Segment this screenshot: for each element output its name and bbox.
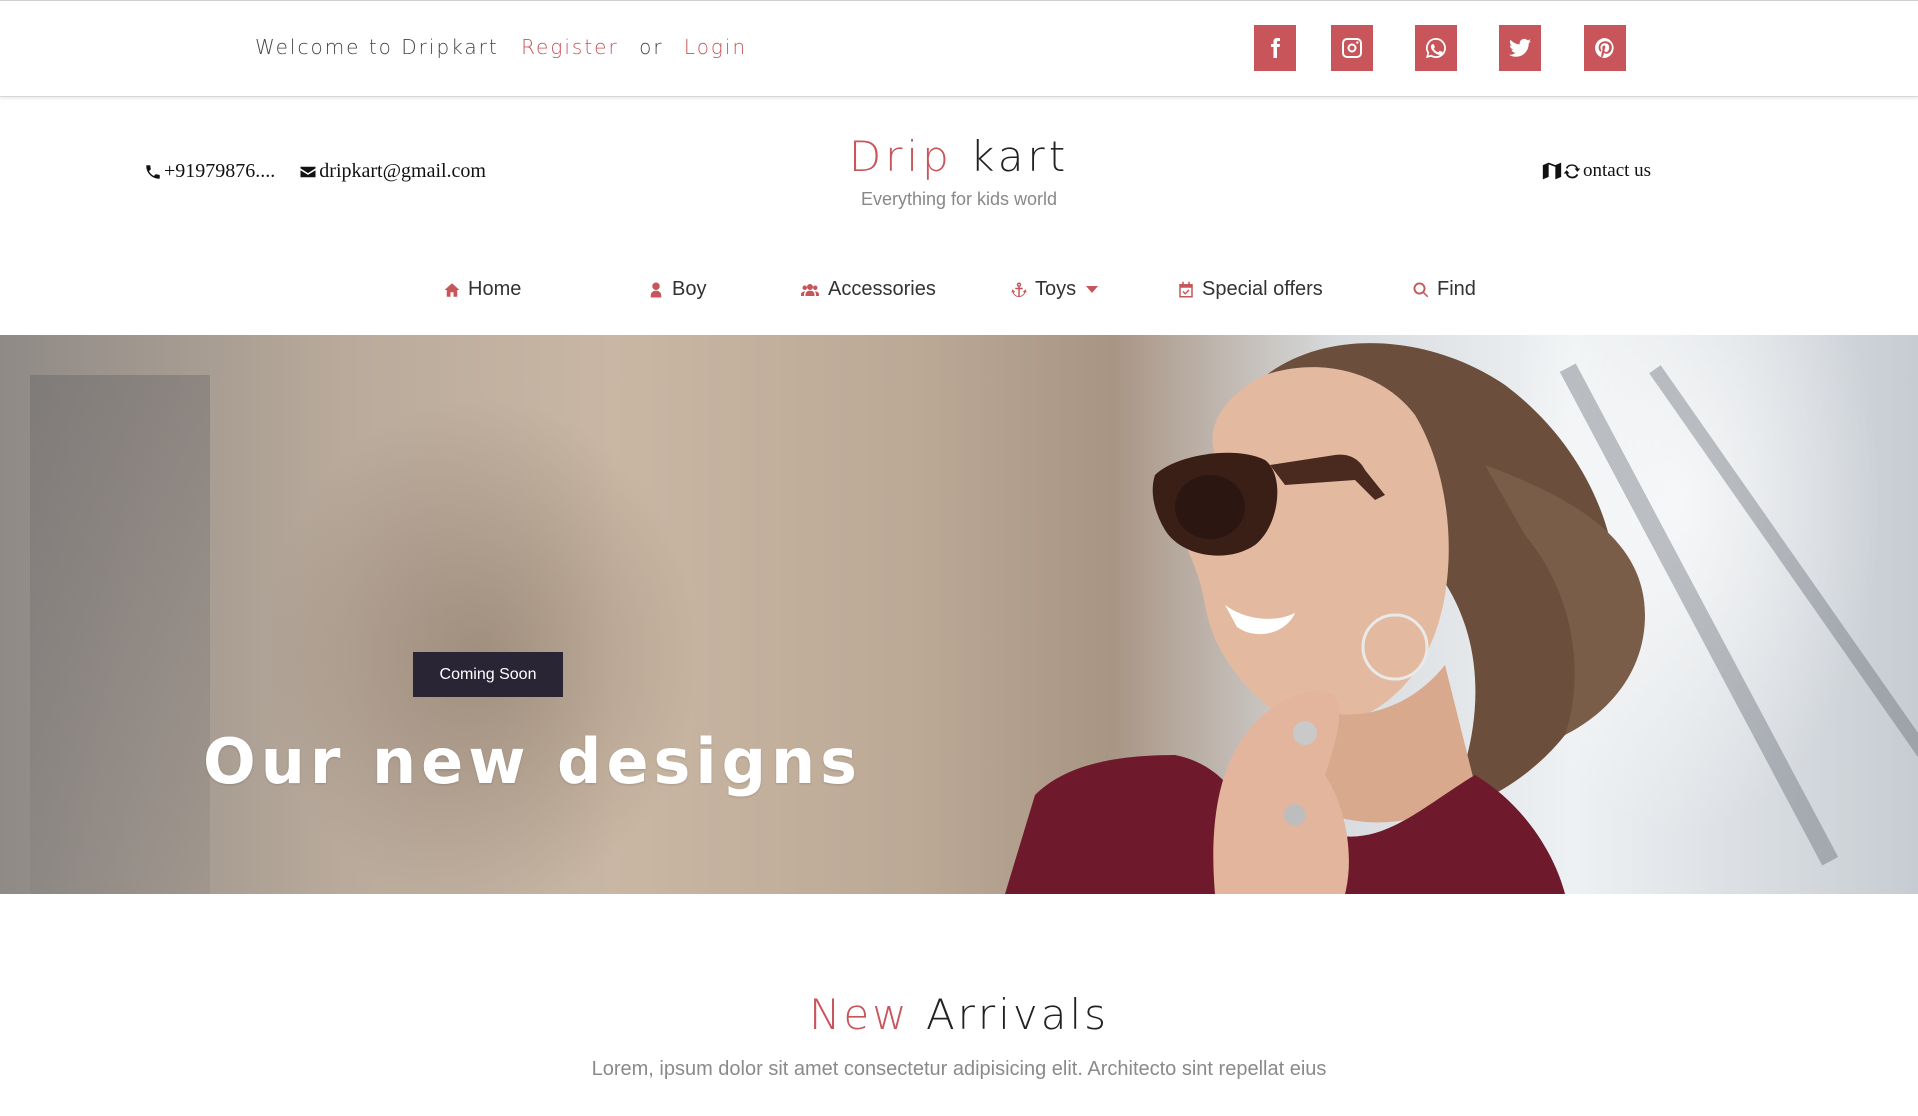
welcome-text: Welcome to Dripkart [255, 35, 499, 59]
anchor-icon [1011, 282, 1027, 297]
whatsapp-button[interactable] [1415, 25, 1457, 71]
contact-us-label: ontact us [1583, 160, 1652, 181]
login-link[interactable]: Login [684, 35, 747, 59]
instagram-button[interactable] [1331, 25, 1373, 71]
hero-banner [0, 335, 1918, 894]
map-icon [1542, 162, 1562, 180]
hero-title: Our new designs [203, 725, 863, 798]
pinterest-button[interactable] [1584, 25, 1626, 71]
user-icon [650, 282, 662, 297]
nav-accessories-label: Accessories [828, 278, 936, 300]
nav-toys-label: Toys [1035, 278, 1077, 300]
new-arrivals-title: New Arrivals [0, 990, 1918, 1039]
coming-soon-badge: Coming Soon [413, 652, 563, 697]
top-bar: Welcome to Dripkart Register or Login [0, 0, 1918, 97]
pinterest-icon [1595, 38, 1614, 59]
home-icon [444, 282, 460, 297]
nav-special-offers-label: Special offers [1202, 278, 1323, 300]
twitter-button[interactable] [1499, 25, 1541, 71]
calendar-check-icon [1179, 281, 1193, 297]
twitter-icon [1509, 38, 1531, 57]
welcome-text-group: Welcome to Dripkart Register or Login [255, 35, 747, 59]
instagram-icon [1342, 38, 1362, 58]
brand-part-2: kart [970, 132, 1070, 181]
sync-icon [1563, 164, 1581, 179]
or-text: or [639, 35, 664, 59]
facebook-button[interactable] [1254, 25, 1296, 71]
facebook-icon [1271, 38, 1280, 58]
chevron-down-icon [1086, 286, 1099, 293]
register-link[interactable]: Register [521, 35, 619, 59]
hero-bg-arch [260, 395, 700, 894]
nav-home[interactable]: Home [443, 278, 521, 301]
nav-find-label: Find [1437, 278, 1476, 300]
nav-special-offers[interactable]: Special offers [1177, 278, 1323, 301]
nav-boy[interactable]: Boy [647, 278, 706, 301]
brand-tagline: Everything for kids world [860, 189, 1058, 209]
section-title-part-1: New [808, 990, 910, 1039]
nav-find[interactable]: Find [1412, 278, 1476, 301]
nav-toys[interactable]: Toys [1010, 278, 1099, 301]
hero-bg-shade [30, 375, 210, 894]
hero-model-image [1005, 343, 1645, 894]
users-icon [801, 283, 819, 296]
nav-home-label: Home [468, 278, 522, 300]
brand-part-1: Drip [848, 132, 953, 181]
nav-boy-label: Boy [672, 278, 707, 300]
contact-us-link[interactable]: ontact us [1541, 160, 1651, 182]
nav-accessories[interactable]: Accessories [799, 278, 936, 301]
whatsapp-icon [1426, 38, 1446, 58]
section-title-part-2: Arrivals [925, 990, 1110, 1039]
new-arrivals-subtitle: Lorem, ipsum dolor sit amet consectetur … [591, 1058, 1327, 1080]
search-icon [1413, 281, 1429, 297]
